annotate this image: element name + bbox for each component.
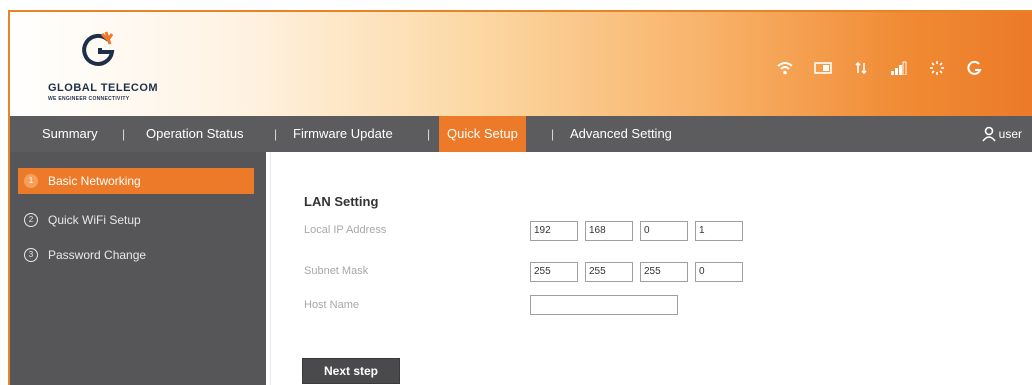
local-ip-label: Local IP Address bbox=[304, 224, 387, 236]
subnet-octet-1[interactable]: 255 bbox=[530, 262, 578, 282]
step-number-icon: 1 bbox=[24, 174, 38, 188]
nav-summary[interactable]: Summary bbox=[42, 116, 98, 152]
sidebar-item-quick-wifi-setup[interactable]: 2 Quick WiFi Setup bbox=[18, 207, 254, 233]
logo-mark-icon bbox=[82, 31, 115, 66]
nav-separator: | bbox=[551, 127, 555, 141]
main-content: LAN Setting Local IP Address 192 168 0 1… bbox=[266, 152, 1032, 385]
status-icon-bar bbox=[776, 60, 984, 76]
local-ip-octet-3[interactable]: 0 bbox=[640, 221, 688, 241]
nav-operation-status[interactable]: Operation Status bbox=[146, 116, 244, 152]
user-icon bbox=[982, 126, 996, 142]
sidebar-item-label: Quick WiFi Setup bbox=[48, 213, 141, 227]
power-icon[interactable] bbox=[966, 60, 984, 76]
wifi-icon[interactable] bbox=[776, 60, 794, 76]
lan-setting-panel: LAN Setting Local IP Address 192 168 0 1… bbox=[270, 152, 1031, 385]
nav-separator: | bbox=[274, 127, 278, 141]
sidebar-item-label: Basic Networking bbox=[48, 174, 141, 188]
subnet-octet-3[interactable]: 255 bbox=[640, 262, 688, 282]
brand-tagline: WE ENGINEER CONNECTIVITY bbox=[48, 96, 130, 102]
local-ip-octet-1[interactable]: 192 bbox=[530, 221, 578, 241]
section-title: LAN Setting bbox=[304, 194, 379, 209]
sidebar-item-basic-networking[interactable]: 1 Basic Networking bbox=[18, 168, 254, 194]
signal-bars-icon[interactable] bbox=[890, 60, 908, 76]
next-step-button[interactable]: Next step bbox=[302, 358, 400, 384]
nav-separator: | bbox=[427, 127, 431, 141]
sidebar-item-label: Password Change bbox=[48, 248, 147, 262]
local-ip-octet-4[interactable]: 1 bbox=[695, 221, 743, 241]
user-menu[interactable]: user bbox=[981, 116, 1022, 152]
sim-card-icon[interactable] bbox=[814, 60, 832, 76]
user-label: user bbox=[998, 127, 1022, 141]
brand-name: GLOBAL TELECOM bbox=[48, 82, 159, 94]
step-number-icon: 2 bbox=[24, 213, 38, 227]
nav-separator: | bbox=[122, 127, 126, 141]
data-transfer-icon[interactable] bbox=[852, 60, 870, 76]
nav-quick-setup[interactable]: Quick Setup bbox=[439, 116, 526, 152]
sidebar: 1 Basic Networking 2 Quick WiFi Setup 3 … bbox=[10, 152, 266, 385]
sun-icon[interactable] bbox=[928, 60, 946, 76]
nav-advanced-setting[interactable]: Advanced Setting bbox=[570, 116, 672, 152]
subnet-mask-label: Subnet Mask bbox=[304, 265, 369, 277]
subnet-octet-2[interactable]: 255 bbox=[585, 262, 633, 282]
sidebar-item-password-change[interactable]: 3 Password Change bbox=[18, 242, 254, 268]
local-ip-octet-2[interactable]: 168 bbox=[585, 221, 633, 241]
router-admin-window: GLOBAL TELECOM WE ENGINEER CONNECTIVITY bbox=[8, 10, 1032, 385]
header-bar: GLOBAL TELECOM WE ENGINEER CONNECTIVITY bbox=[10, 12, 1032, 116]
host-name-input[interactable] bbox=[530, 295, 678, 315]
nav-firmware-update[interactable]: Firmware Update bbox=[293, 116, 393, 152]
host-name-label: Host Name bbox=[304, 299, 360, 311]
step-number-icon: 3 bbox=[24, 248, 38, 262]
subnet-octet-4[interactable]: 0 bbox=[695, 262, 743, 282]
main-nav: Summary | Operation Status | Firmware Up… bbox=[10, 116, 1032, 152]
